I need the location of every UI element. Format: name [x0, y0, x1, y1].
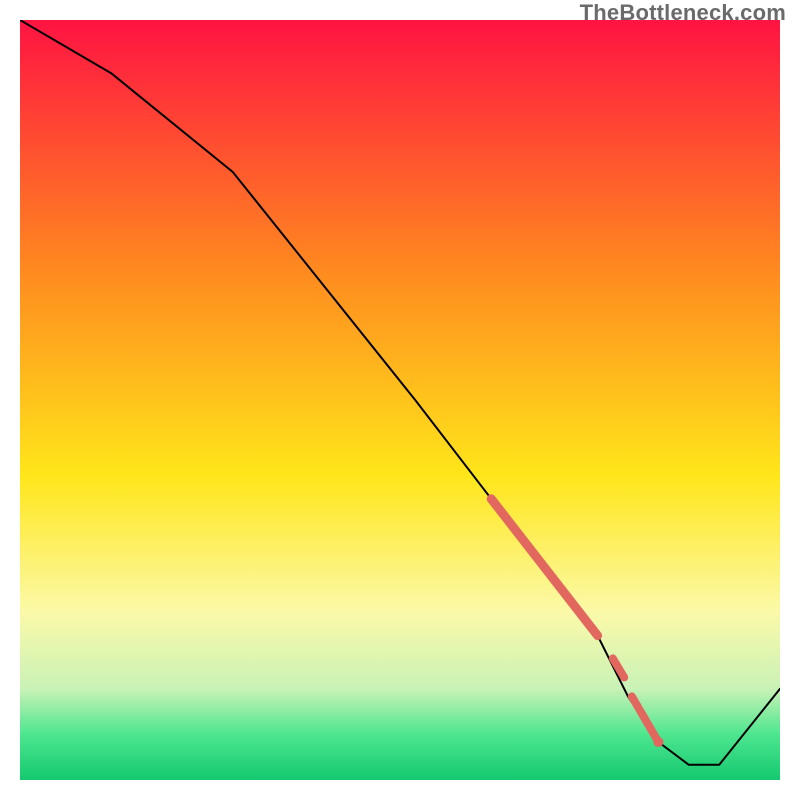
chart-background [20, 20, 780, 780]
chart-stage: TheBottleneck.com [0, 0, 800, 800]
data-marker [653, 737, 663, 747]
watermark-label: TheBottleneck.com [580, 0, 786, 26]
plot-area [20, 20, 780, 780]
marker-group [653, 737, 663, 747]
chart-svg [20, 20, 780, 780]
